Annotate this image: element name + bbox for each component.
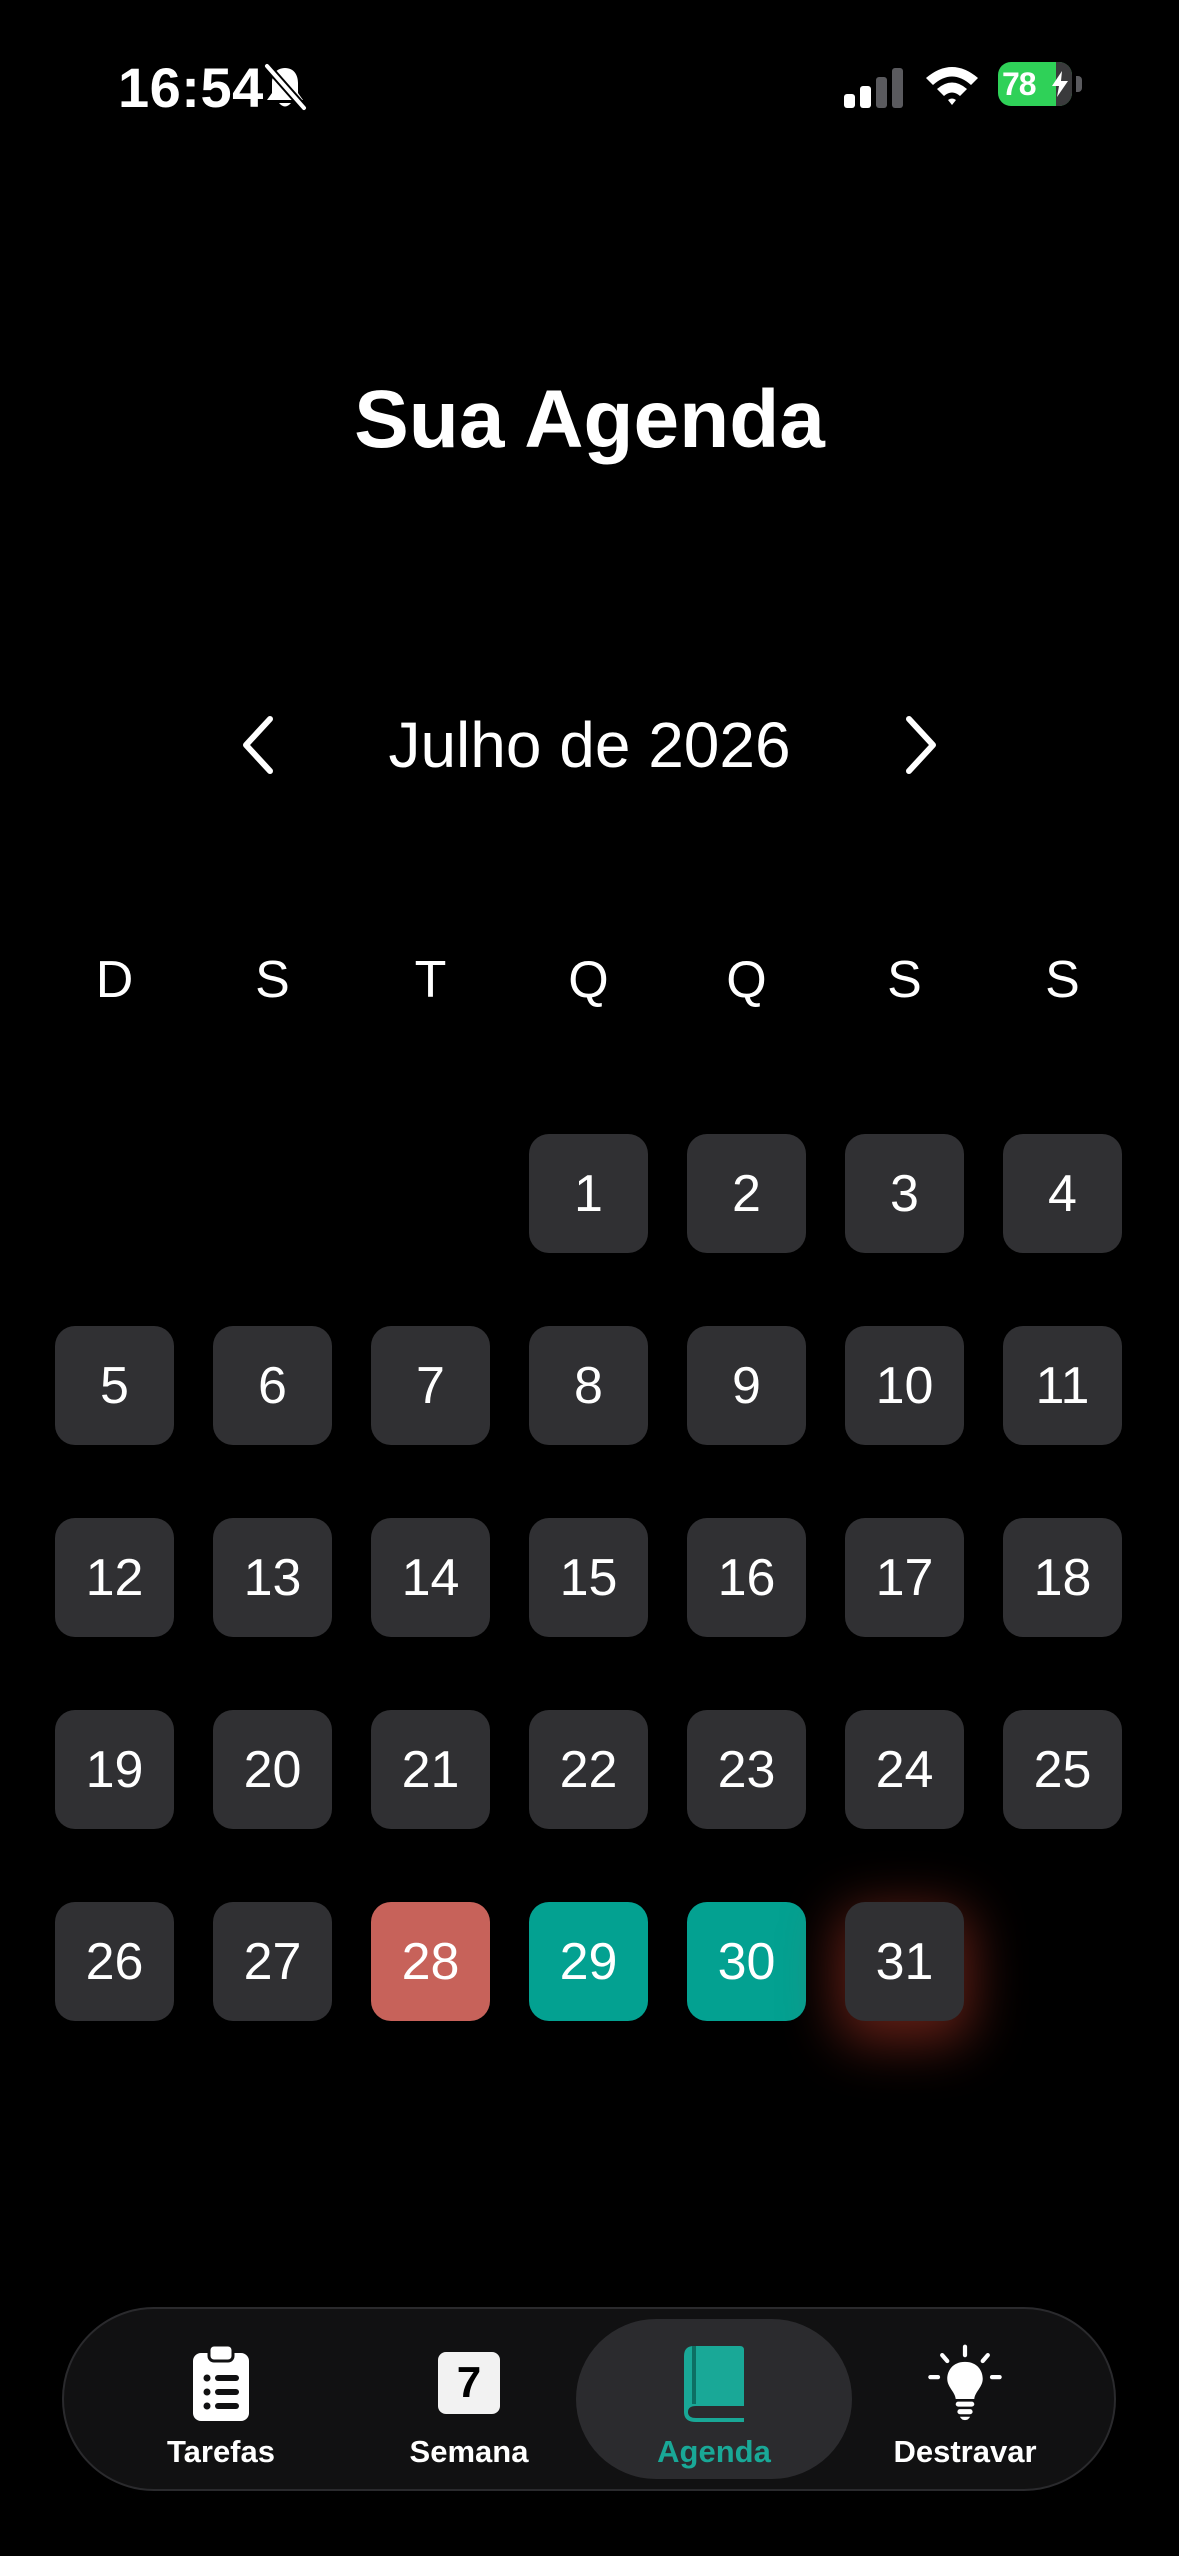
calendar-day-26[interactable]: 26 [55,1902,174,2021]
battery-body: 78 [998,62,1072,106]
calendar-day-14[interactable]: 14 [371,1518,490,1637]
month-label: Julho de 2026 [388,709,791,781]
tab-agenda[interactable]: Agenda [576,2319,852,2479]
tab-tarefas[interactable]: Tarefas [96,2319,346,2479]
tab-label: Semana [409,2434,529,2469]
status-time: 16:54 [118,56,264,119]
weekday-label: Q [568,951,609,1009]
calendar-day-18[interactable]: 18 [1003,1518,1122,1637]
calendar-day-17[interactable]: 17 [845,1518,964,1637]
tab-semana[interactable]: 7 Semana [344,2319,594,2479]
chevron-right-icon [906,716,936,774]
calendar-day-21[interactable]: 21 [371,1710,490,1829]
status-bar: 16:54 78 [0,0,1179,170]
calendar-day-6[interactable]: 6 [213,1326,332,1445]
tab-label: Agenda [657,2434,771,2469]
charging-bolt-icon [1052,71,1068,97]
weekday-label: S [887,951,922,1009]
previous-month-button[interactable] [218,710,298,780]
calendar-day-29[interactable]: 29 [529,1902,648,2021]
battery-indicator: 78 [998,62,1082,106]
clipboard-icon [183,2343,259,2423]
month-navigation: Julho de 2026 [0,690,1179,800]
calendar-day-2[interactable]: 2 [687,1134,806,1253]
calendar-day-28[interactable]: 28 [371,1902,490,2021]
bottom-tab-bar: Tarefas 7 Semana Agenda Destravar [62,2307,1116,2491]
calendar-day-icon: 7 [431,2343,507,2423]
calendar-day-20[interactable]: 20 [213,1710,332,1829]
weekday-label: S [255,951,290,1009]
calendar-day-3[interactable]: 3 [845,1134,964,1253]
weekday-label: D [95,951,134,1009]
calendar-day-4[interactable]: 4 [1003,1134,1122,1253]
tab-destravar[interactable]: Destravar [840,2319,1090,2479]
battery-percentage: 78 [1002,66,1037,102]
page-title: Sua Agenda [354,374,825,465]
weekday-label: T [414,951,447,1009]
chevron-left-icon [243,716,273,774]
tab-label: Destravar [893,2434,1037,2469]
calendar-day-11[interactable]: 11 [1003,1326,1122,1445]
calendar-day-8[interactable]: 8 [529,1326,648,1445]
bell-slash-icon [263,63,308,111]
calendar-day-30[interactable]: 30 [687,1902,806,2021]
calendar-grid: 1 2 3 4 5 6 7 8 9 10 11 12 13 14 15 16 17 18 19 20 21 22 23 24 2… [55,1134,1124,2022]
calendar-day-24[interactable]: 24 [845,1710,964,1829]
calendar-day-15[interactable]: 15 [529,1518,648,1637]
next-month-button[interactable] [881,710,961,780]
calendar-day-31[interactable]: 31 [845,1902,964,2021]
weekday-label: Q [726,951,767,1009]
calendar-day-22[interactable]: 22 [529,1710,648,1829]
tab-label: Tarefas [167,2434,275,2469]
battery-tip [1076,76,1082,92]
week-badge: 7 [438,2352,500,2414]
calendar-day-23[interactable]: 23 [687,1710,806,1829]
calendar-day-9[interactable]: 9 [687,1326,806,1445]
calendar-day-12[interactable]: 12 [55,1518,174,1637]
weekday-label: S [1045,951,1080,1009]
calendar-day-10[interactable]: 10 [845,1326,964,1445]
cellular-signal-icon [844,68,903,108]
calendar-day-7[interactable]: 7 [371,1326,490,1445]
lightbulb-icon [927,2343,1003,2423]
book-icon [676,2343,752,2423]
calendar-day-25[interactable]: 25 [1003,1710,1122,1829]
wifi-icon [926,67,978,105]
calendar-day-1[interactable]: 1 [529,1134,648,1253]
calendar-day-19[interactable]: 19 [55,1710,174,1829]
calendar-day-13[interactable]: 13 [213,1518,332,1637]
weekday-header: D S T Q Q S S [55,945,1124,1015]
calendar-day-27[interactable]: 27 [213,1902,332,2021]
calendar-day-5[interactable]: 5 [55,1326,174,1445]
calendar-day-16[interactable]: 16 [687,1518,806,1637]
